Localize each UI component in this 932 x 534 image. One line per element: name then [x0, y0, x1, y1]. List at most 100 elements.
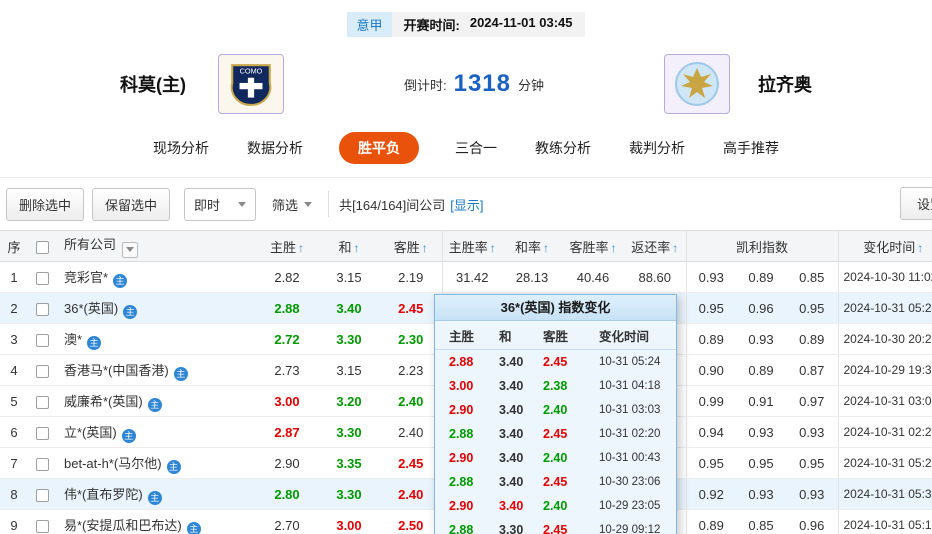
- row-checkbox[interactable]: [35, 488, 49, 502]
- keep-selected-button[interactable]: 保留选中: [92, 187, 171, 221]
- odds-cell: 2.50: [380, 509, 443, 534]
- odds-cell: 2.40: [380, 385, 443, 417]
- col-change-time[interactable]: 变化时间 ↑: [838, 230, 932, 262]
- col-draw-odds[interactable]: 和 ↑: [318, 230, 380, 262]
- col-return-rate[interactable]: 返还率 ↑: [624, 230, 687, 262]
- company-cell[interactable]: 威廉希*(英国) 主: [56, 385, 256, 417]
- popup-row: 2.88 3.30 2.45 10-29 09:12: [435, 518, 676, 534]
- odds-cell: 2.19: [380, 261, 443, 293]
- sort-up-icon: ↑: [543, 240, 549, 255]
- odds-cell: 3.30: [318, 478, 380, 510]
- popup-away-odds: 2.38: [543, 379, 568, 393]
- odds-cell: 3.15: [318, 261, 380, 293]
- sort-up-icon: ↑: [489, 240, 496, 255]
- delete-selected-button[interactable]: 删除选中: [6, 187, 85, 221]
- col-home-rate[interactable]: 主胜率 ↑: [442, 230, 502, 262]
- odds-cell: 3.00: [318, 509, 380, 534]
- away-team-name: 拉齐奥: [758, 75, 812, 95]
- nav-tab-3[interactable]: 胜平负: [339, 132, 419, 164]
- kelly-cell: 0.96: [786, 509, 839, 534]
- row-checkbox[interactable]: [35, 333, 49, 347]
- popup-row: 2.88 3.40 2.45 10-30 23:06: [435, 470, 676, 494]
- kelly-cell: 0.99: [686, 385, 736, 417]
- company-name: 澳*: [64, 331, 83, 347]
- company-name: 竞彩官*: [64, 269, 109, 285]
- popup-change-time: 10-31 05:24: [599, 356, 661, 368]
- popup-draw-odds: 3.30: [499, 523, 524, 534]
- row-checkbox[interactable]: [35, 426, 49, 440]
- company-name: 易*(安提瓜和巴布达): [64, 517, 182, 533]
- kelly-cell: 0.85: [736, 509, 786, 534]
- col-draw-rate[interactable]: 和率 ↑: [502, 230, 562, 262]
- popup-row: 2.88 3.40 2.45 10-31 05:24: [435, 350, 676, 374]
- row-number: 2: [0, 292, 28, 324]
- popup-home-odds: 3.00: [449, 379, 474, 393]
- col-away-rate[interactable]: 客胜率 ↑: [562, 230, 624, 262]
- nav-tab-7[interactable]: 高手推荐: [721, 132, 781, 164]
- show-link[interactable]: [显示]: [450, 195, 483, 214]
- popup-change-time: 10-31 03:03: [599, 404, 661, 416]
- kelly-cell: 0.94: [686, 416, 736, 448]
- nav-tab-1[interactable]: 现场分析: [151, 132, 211, 164]
- change-time-cell: 2024-10-31 05:24: [838, 292, 932, 324]
- nav-tab-4[interactable]: 三合一: [453, 132, 499, 164]
- change-time-cell: 2024-10-30 11:02: [838, 261, 932, 293]
- company-cell[interactable]: 香港马*(中国香港) 主: [56, 354, 256, 386]
- company-cell[interactable]: bet-at-h*(马尔他) 主: [56, 447, 256, 479]
- row-checkbox[interactable]: [35, 364, 49, 378]
- popup-col-draw: 和: [499, 330, 512, 344]
- company-cell[interactable]: 竞彩官* 主: [56, 261, 256, 293]
- popup-change-time: 10-29 09:12: [599, 524, 661, 534]
- odds-cell: 2.72: [256, 323, 318, 355]
- col-away-odds[interactable]: 客胜 ↑: [380, 230, 443, 262]
- chevron-down-icon: [238, 201, 247, 207]
- settings-button[interactable]: 设置: [899, 187, 932, 220]
- home-team-name: 科莫(主): [120, 75, 186, 95]
- popup-away-odds: 2.45: [543, 355, 568, 369]
- kelly-cell: 0.97: [786, 385, 839, 417]
- odds-cell: 2.70: [256, 509, 318, 534]
- countdown-unit: 分钟: [518, 77, 545, 93]
- odds-cell: 2.45: [380, 292, 443, 324]
- select-all-checkbox[interactable]: [35, 240, 49, 254]
- kelly-cell: 0.85: [786, 261, 839, 293]
- rate-cell: 88.60: [624, 261, 687, 293]
- col-no: 序: [0, 230, 28, 262]
- company-cell[interactable]: 易*(安提瓜和巴布达) 主: [56, 509, 256, 534]
- table-row[interactable]: 1 竞彩官* 主 2.82 3.15 2.19 31.42 28.13 40.46 88.60 0.…: [0, 261, 932, 293]
- row-checkbox[interactable]: [35, 457, 49, 471]
- popup-away-odds: 2.45: [543, 427, 568, 441]
- row-select-cell: [28, 478, 56, 510]
- instant-dropdown[interactable]: 即时: [184, 187, 257, 221]
- sort-up-icon: ↑: [298, 240, 304, 255]
- nav-tab-6[interactable]: 裁判分析: [627, 132, 687, 164]
- company-cell[interactable]: 澳* 主: [56, 323, 256, 355]
- odds-cell: 3.20: [318, 385, 380, 417]
- company-cell[interactable]: 伟*(直布罗陀) 主: [56, 478, 256, 510]
- popup-draw-odds: 3.40: [499, 499, 524, 513]
- row-checkbox[interactable]: [35, 395, 49, 409]
- filter-dropdown[interactable]: 筛选: [268, 189, 316, 220]
- sort-up-icon: ↑: [917, 240, 924, 255]
- odds-cell: 3.30: [318, 416, 380, 448]
- nav-tab-2[interactable]: 数据分析: [245, 132, 305, 164]
- company-name: 立*(英国): [64, 424, 117, 440]
- popup-change-time: 10-31 00:43: [599, 452, 661, 464]
- odds-cell: 2.82: [256, 261, 318, 293]
- row-checkbox[interactable]: [35, 302, 49, 316]
- row-checkbox[interactable]: [35, 271, 49, 285]
- popup-home-odds: 2.88: [449, 427, 474, 441]
- row-checkbox[interactable]: [35, 519, 49, 533]
- col-home-odds[interactable]: 主胜 ↑: [256, 230, 318, 262]
- kelly-cell: 0.92: [686, 478, 736, 510]
- odds-cell: 2.40: [380, 416, 443, 448]
- company-filter-dropdown[interactable]: [122, 241, 139, 258]
- odds-cell: 2.88: [256, 292, 318, 324]
- start-time-label: 开赛时间:: [403, 18, 460, 33]
- company-cell[interactable]: 立*(英国) 主: [56, 416, 256, 448]
- popup-col-home: 主胜: [449, 330, 475, 344]
- nav-tab-5[interactable]: 教练分析: [533, 132, 593, 164]
- chevron-down-icon: [304, 201, 313, 207]
- company-cell[interactable]: 36*(英国) 主: [56, 292, 256, 324]
- toolbar-divider: [328, 191, 330, 217]
